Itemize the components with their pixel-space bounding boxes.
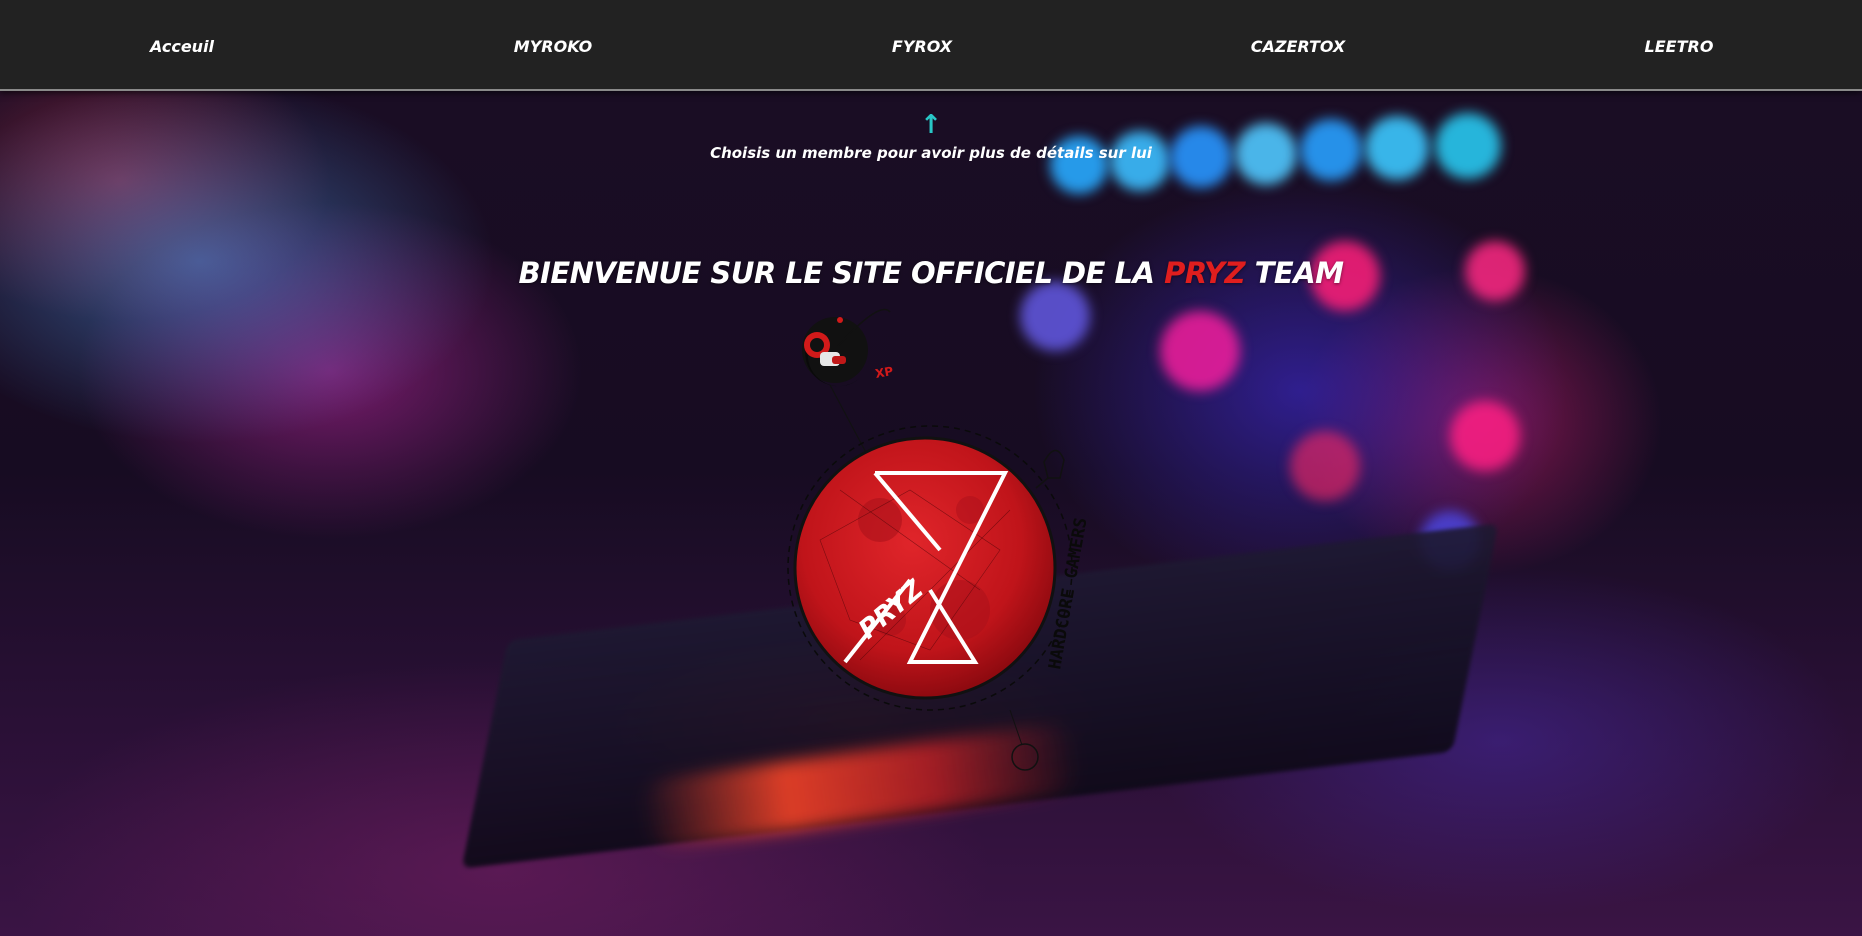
arrow-up-icon: ↑ [920,110,942,140]
nav-link-fyrox[interactable]: FYROX [892,37,952,56]
bokeh-light [1235,123,1297,185]
nav-link-cazertox[interactable]: CAZERTOX [1251,37,1346,56]
red-moon-emblem: PRYZ [793,436,1057,700]
member-hint-text: Choisis un membre pour avoir plus de dét… [710,144,1152,162]
orbit-node [1011,743,1039,771]
bokeh-light [1170,126,1232,188]
logo-badge-text: XP [874,364,894,381]
nav-link-myroko[interactable]: MYROKO [514,37,592,56]
welcome-title: BIENVENUE SUR LE SITE OFFICIEL DE LA PRY… [518,256,1344,290]
welcome-title-end: TEAM [1245,256,1344,290]
bokeh-light [1365,116,1429,180]
pryz-team-logo: XP PRYZ HARDCORE GAMERS [787,308,1092,771]
bokeh-light [1300,119,1362,181]
bokeh-light [1290,431,1360,501]
welcome-title-accent: PRYZ [1164,256,1246,290]
bokeh-light [1465,241,1525,301]
nav-link-leetro[interactable]: LEETRO [1645,37,1714,56]
top-navbar: Acceuil MYROKO FYROX CAZERTOX LEETRO [0,0,1862,91]
welcome-title-start: BIENVENUE SUR LE SITE OFFICIEL DE LA [518,256,1165,290]
orbit-node-line [1009,709,1023,746]
nav-link-acceuil[interactable]: Acceuil [150,37,214,56]
bokeh-light [1450,401,1520,471]
bokeh-light [1435,113,1501,179]
bokeh-light [1160,311,1240,391]
rocket-icon [1035,449,1065,489]
astronaut-moon-icon: XP [802,308,894,387]
tether-line [829,384,871,461]
